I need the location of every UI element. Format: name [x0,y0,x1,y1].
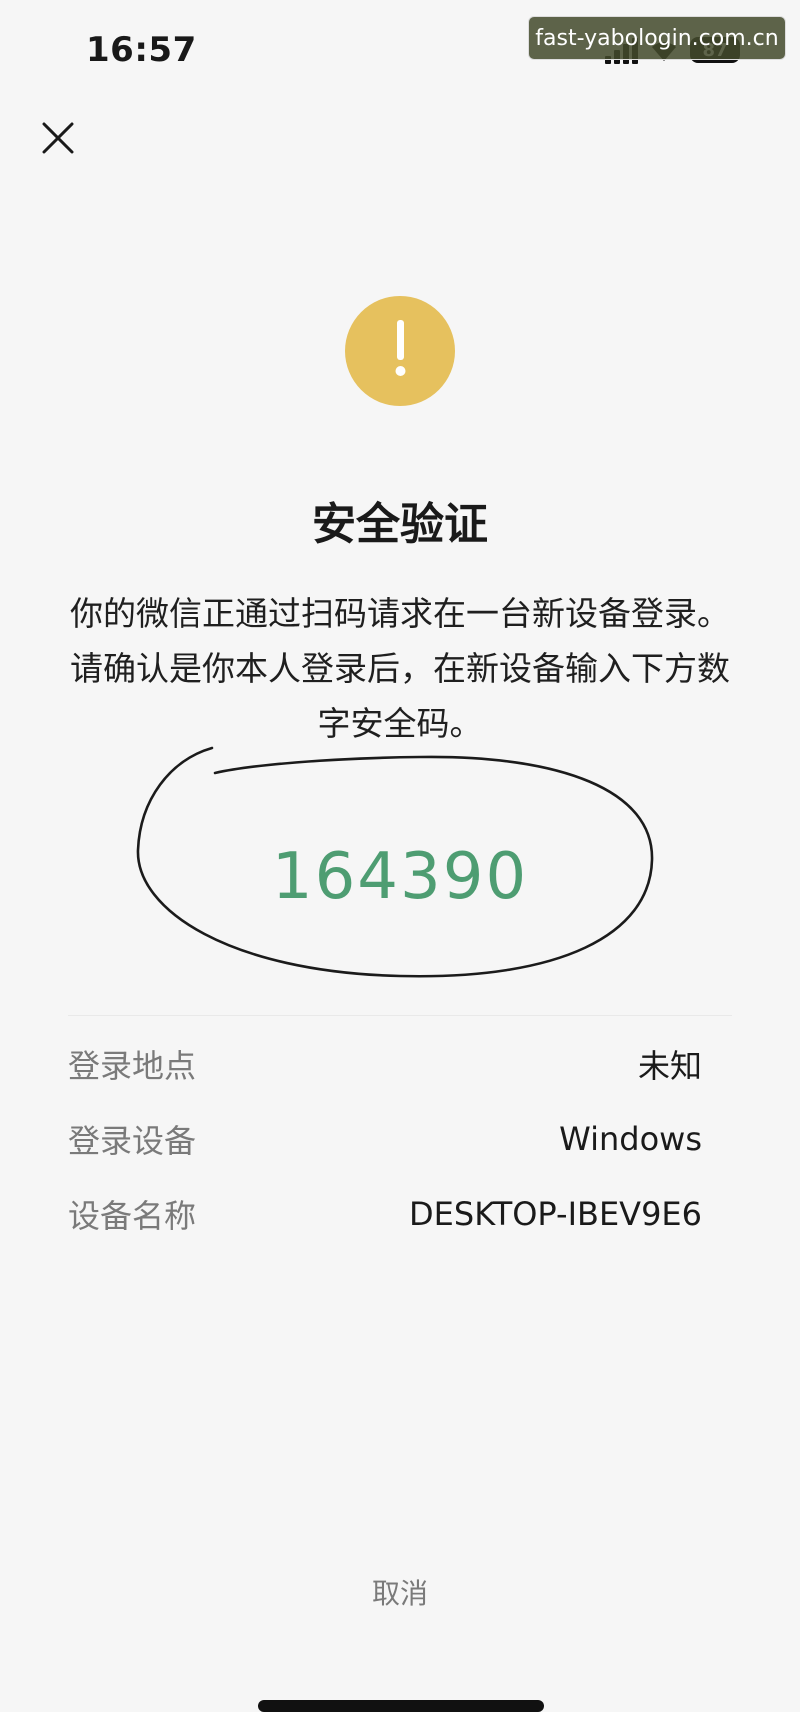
info-value: 未知 [637,1047,702,1085]
info-row-location: 登录地点 未知 [68,1040,702,1088]
warning-icon [345,296,455,406]
watermark-text: fast-yabologin.com.cn [535,25,779,51]
info-value: Windows [559,1120,702,1158]
exclamation-icon [395,320,406,376]
info-value: DESKTOP-IBEV9E6 [409,1195,702,1233]
description-text: 你的微信正通过扫码请求在一台新设备登录。请确认是你本人登录后，在新设备输入下方数… [70,594,730,743]
close-icon [42,122,74,154]
info-label: 设备名称 [68,1197,197,1235]
close-button[interactable] [38,118,78,158]
watermark: fast-yabologin.com.cn [528,16,786,60]
info-label: 登录设备 [68,1122,197,1160]
page-title: 安全验证 [312,499,488,550]
status-time: 16:57 [86,30,197,70]
security-code: 164390 [271,840,529,914]
cancel-button[interactable]: 取消 [0,1572,800,1612]
info-row-device: 登录设备 Windows [68,1115,702,1163]
home-indicator [258,1700,544,1712]
info-label: 登录地点 [68,1047,197,1085]
info-row-device-name: 设备名称 DESKTOP-IBEV9E6 [68,1190,702,1238]
divider [68,1015,732,1016]
